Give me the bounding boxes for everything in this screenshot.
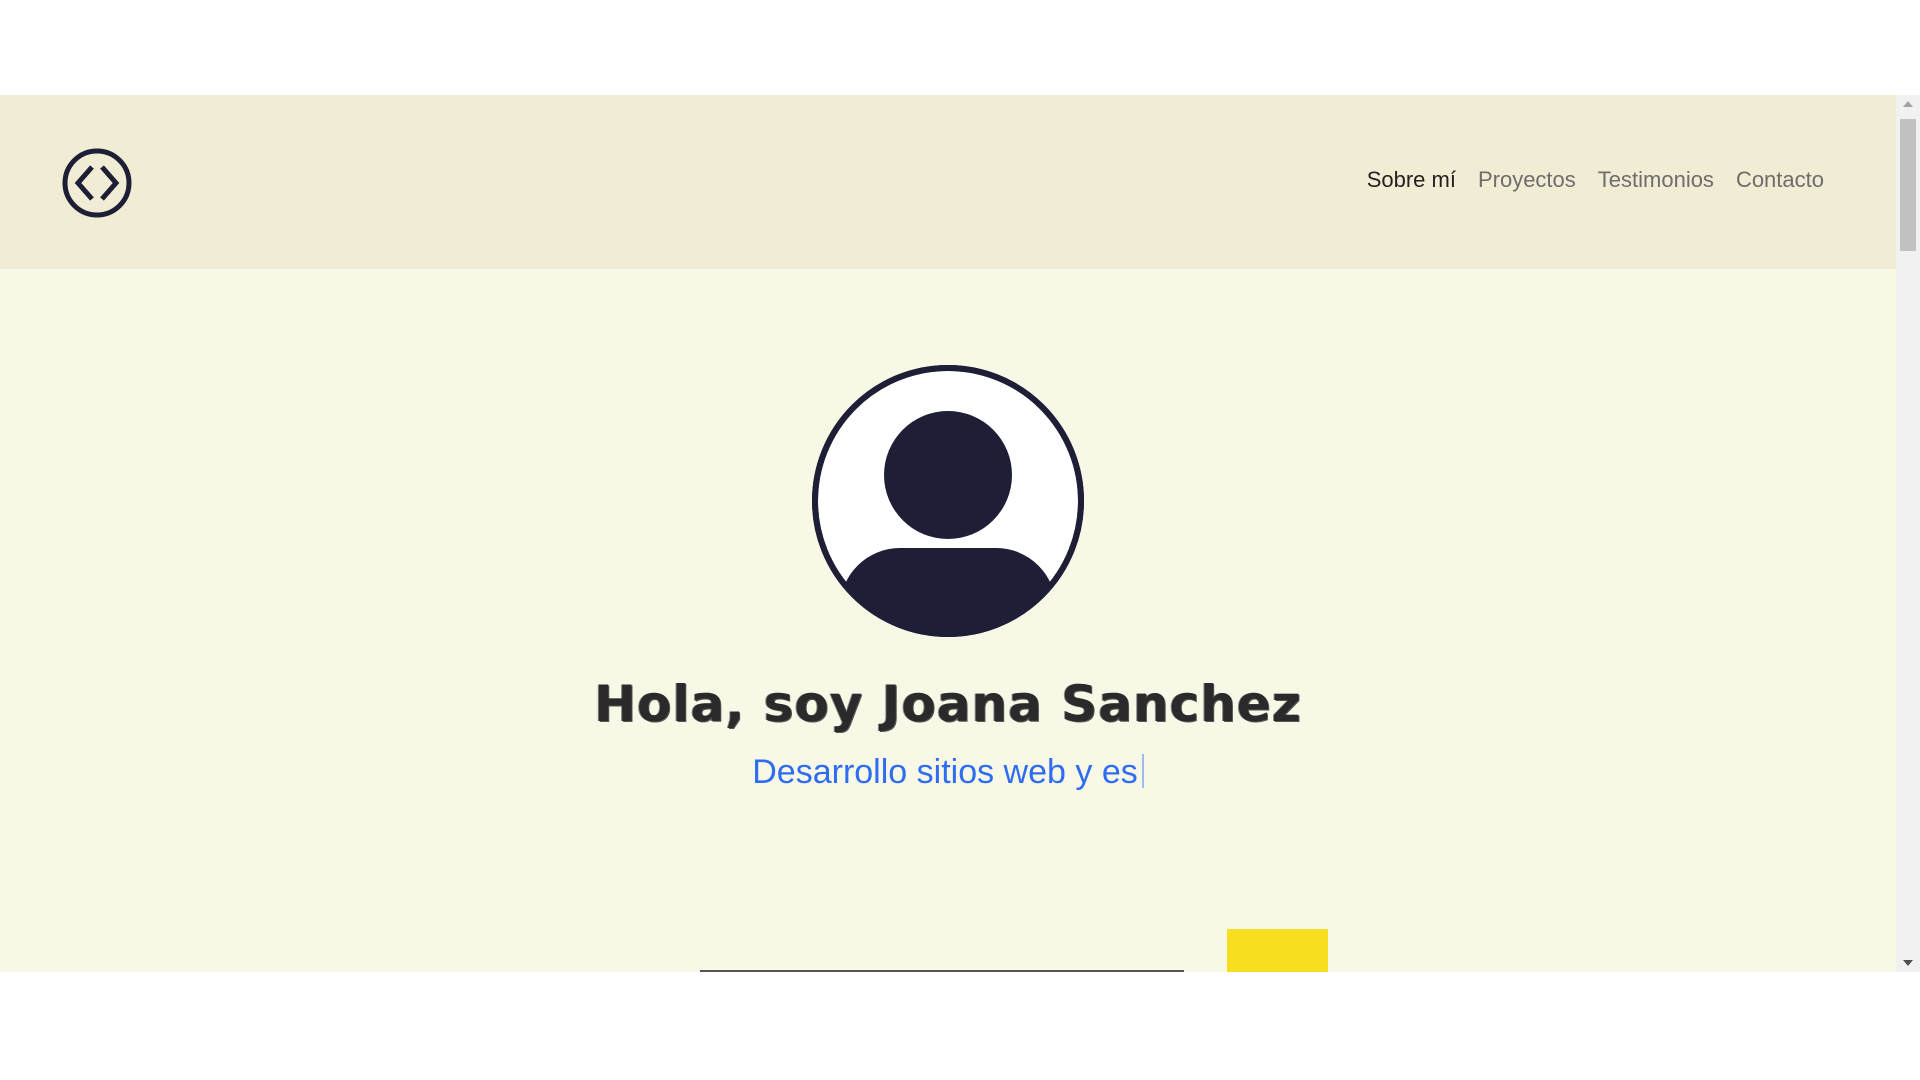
user-avatar-icon [810,363,1086,639]
scrollbar-thumb[interactable] [1900,119,1916,251]
code-brackets-icon[interactable] [61,147,133,219]
yellow-action-button[interactable] [1227,929,1328,972]
nav-item-sobre-mi[interactable]: Sobre mí [1367,167,1456,193]
nav-item-testimonios[interactable]: Testimonios [1598,167,1714,193]
page: Sobre mí Proyectos Testimonios Contacto [0,95,1896,972]
navbar: Sobre mí Proyectos Testimonios Contacto [0,95,1896,269]
hero-title: Hola, soy Joana Sanchez [594,675,1302,733]
nav-item-contacto[interactable]: Contacto [1736,167,1824,193]
browser-viewport: Sobre mí Proyectos Testimonios Contacto [0,95,1920,972]
scroll-down-arrow-icon[interactable] [1903,960,1913,966]
input-underline [700,970,1184,972]
typed-subtitle-text: Desarrollo sitios web y es [752,753,1138,791]
typing-caret [1141,754,1144,788]
nav-menu: Sobre mí Proyectos Testimonios Contacto [1367,167,1824,193]
nav-item-proyectos[interactable]: Proyectos [1478,167,1576,193]
scroll-up-arrow-icon[interactable] [1903,101,1913,107]
vertical-scrollbar[interactable] [1896,95,1920,972]
hero-subtitle: Desarrollo sitios web y es [0,753,1896,792]
